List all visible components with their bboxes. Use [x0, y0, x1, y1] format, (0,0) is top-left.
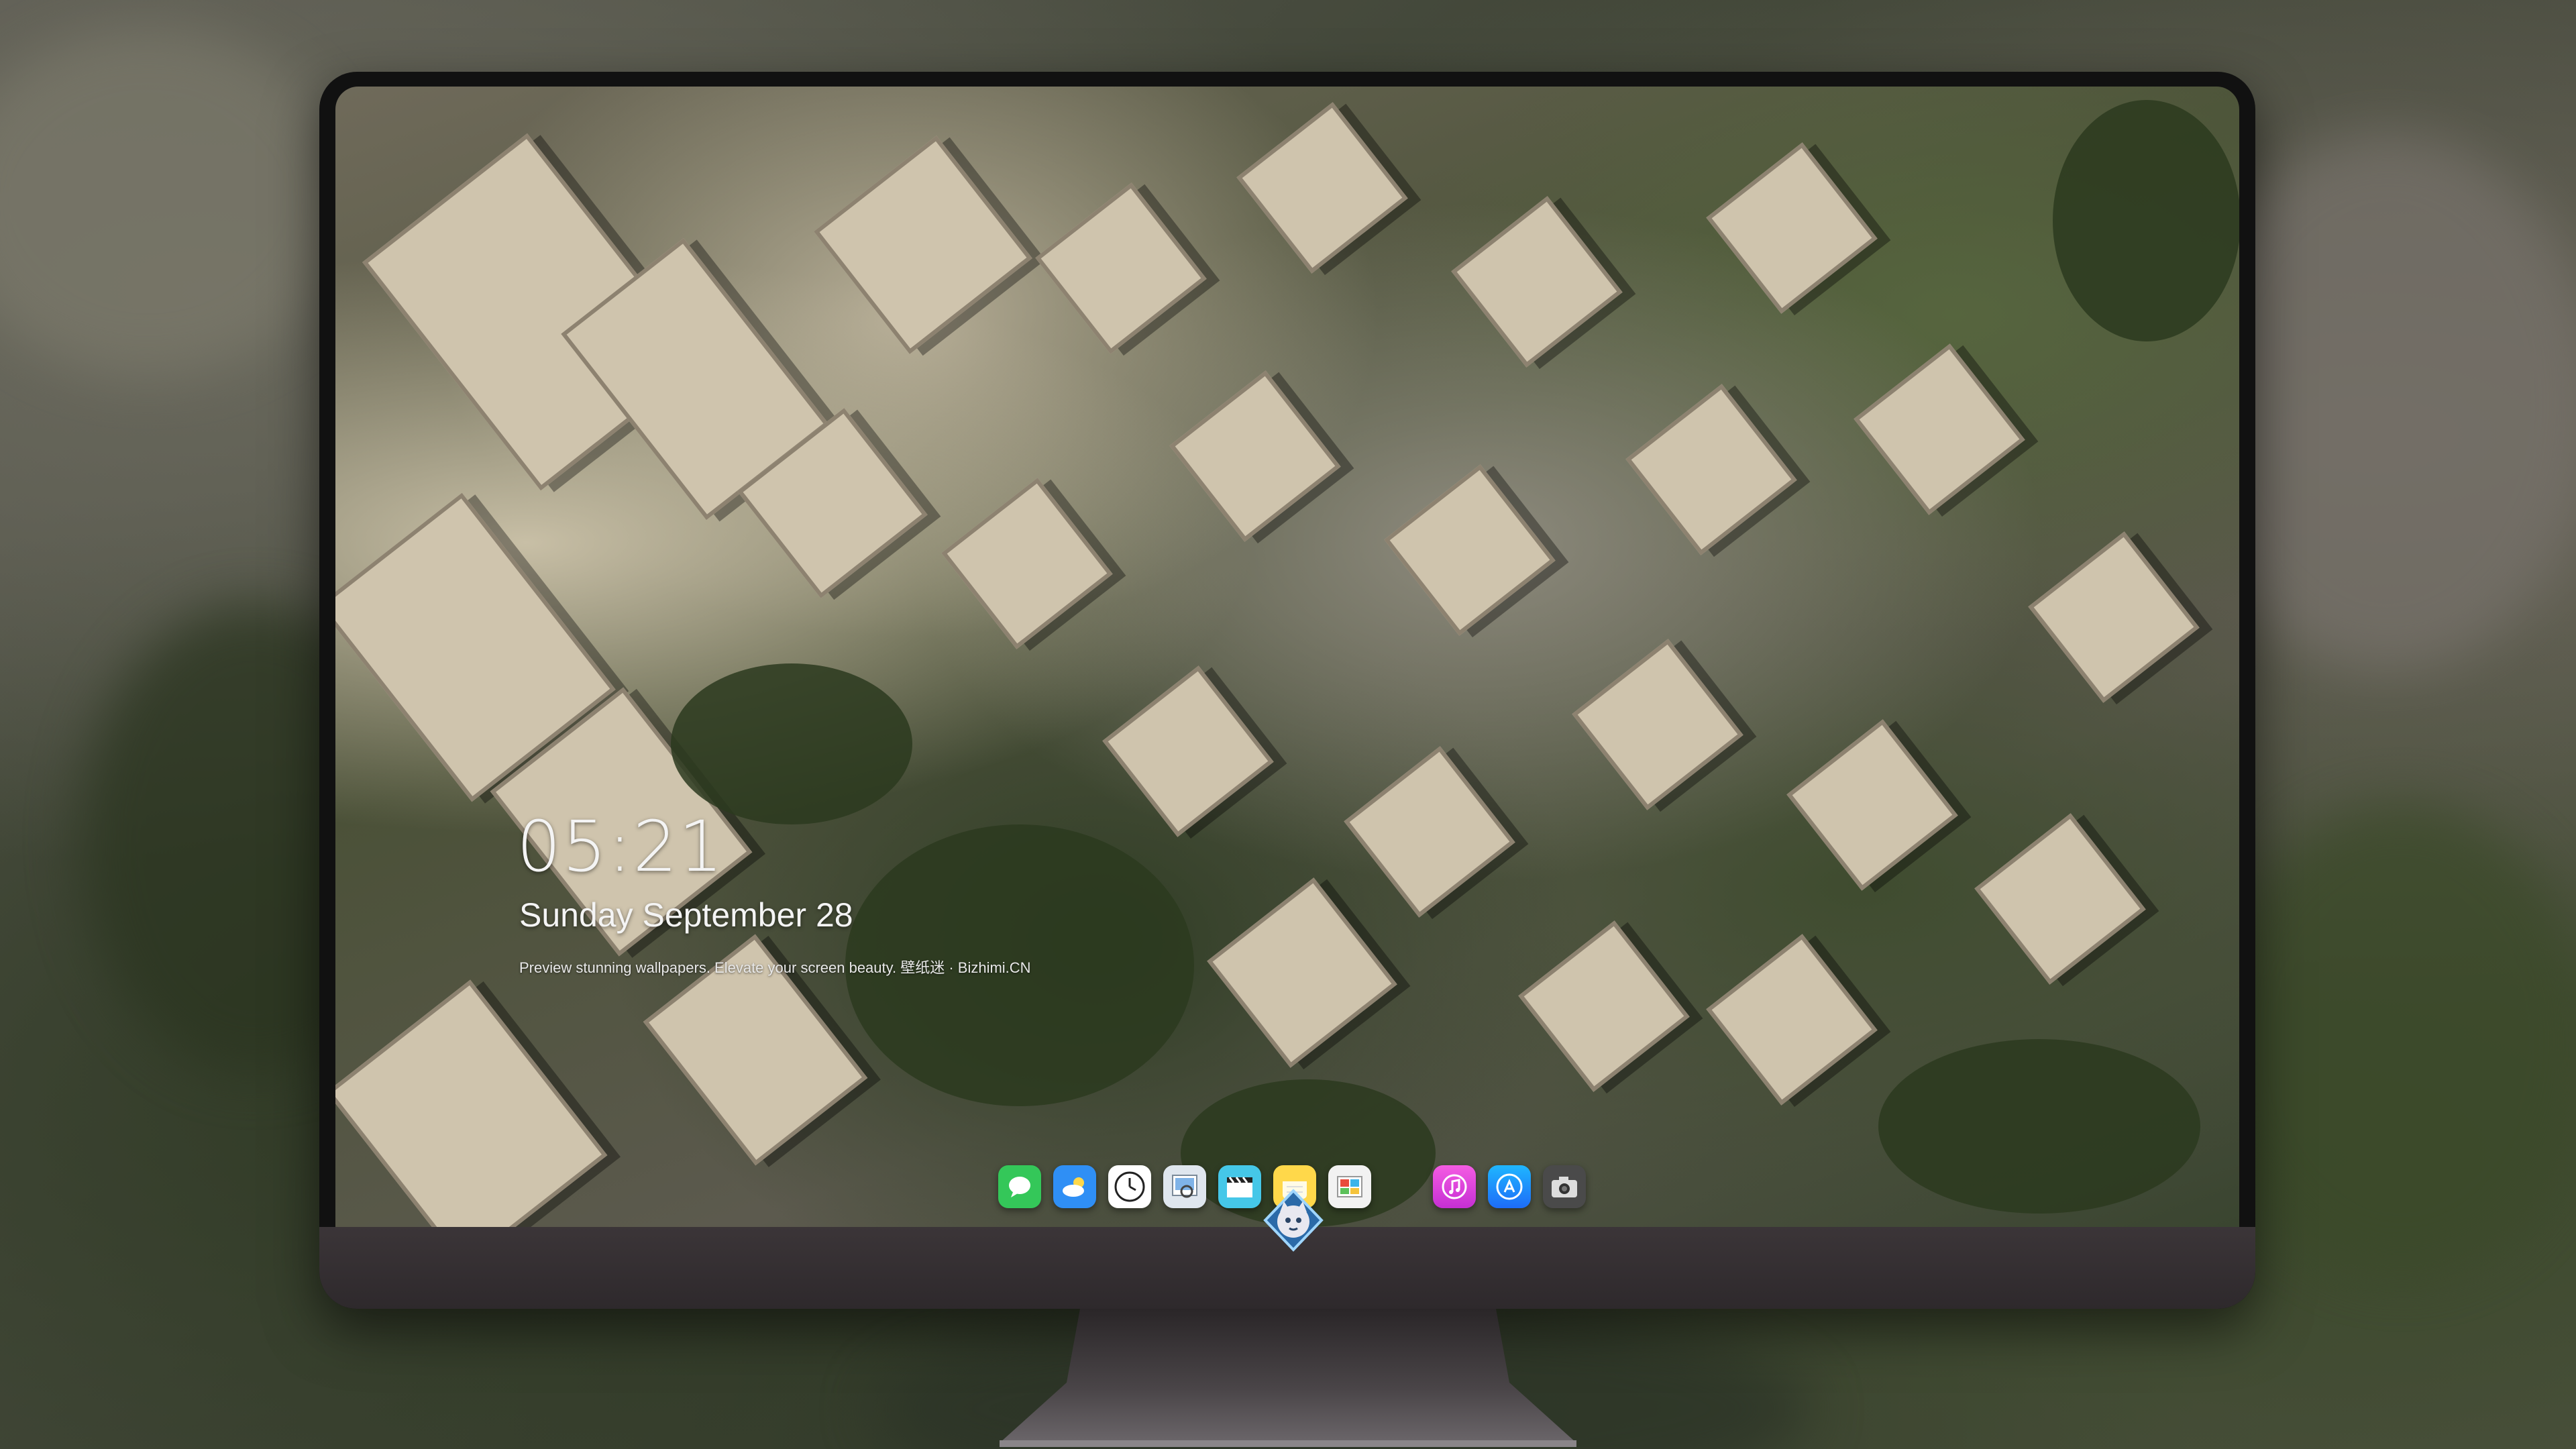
lockscreen-date: Sunday September 28	[519, 896, 853, 934]
camera-icon[interactable]	[1543, 1165, 1586, 1208]
monitor-stand	[1000, 1309, 1576, 1447]
clips-icon[interactable]	[1218, 1165, 1261, 1208]
clock-icon[interactable]	[1108, 1165, 1151, 1208]
messages-icon[interactable]	[998, 1165, 1041, 1208]
app-store-icon[interactable]	[1488, 1165, 1531, 1208]
desktop-screen: 05:21 Sunday September 28 Preview stunni…	[335, 87, 2239, 1227]
monitor: 05:21 Sunday September 28 Preview stunni…	[319, 72, 2255, 1309]
mascot-logo-icon	[1261, 1188, 1326, 1252]
photos-icon[interactable]	[1328, 1165, 1371, 1208]
music-icon[interactable]	[1433, 1165, 1476, 1208]
lockscreen-time: 05:21	[517, 806, 724, 888]
weather-icon[interactable]	[1053, 1165, 1096, 1208]
wallpaper-caption: Preview stunning wallpapers. Elevate you…	[519, 959, 1031, 976]
preview-icon[interactable]	[1163, 1165, 1206, 1208]
